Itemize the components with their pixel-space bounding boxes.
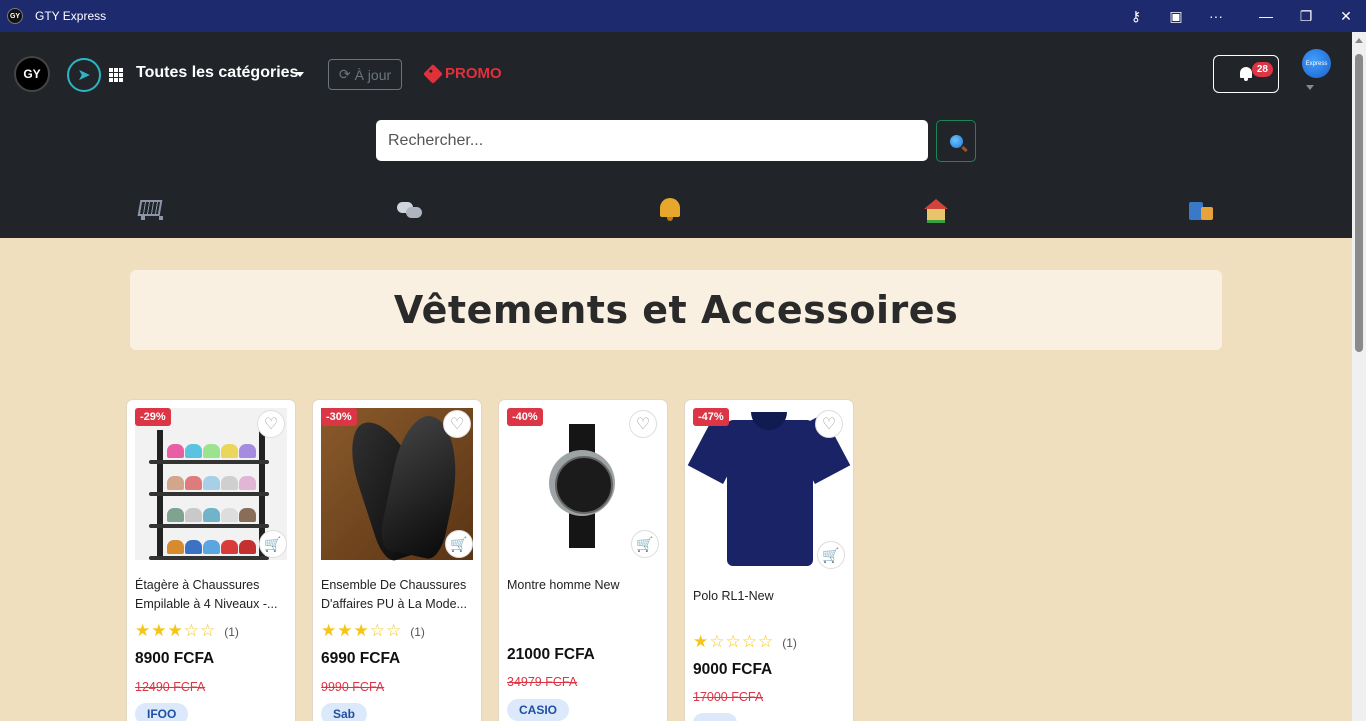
brand-badge[interactable] [693, 713, 737, 721]
product-name-text: Polo RL1-New [693, 589, 774, 603]
scrollbar-thumb[interactable] [1355, 54, 1363, 352]
add-to-cart-icon[interactable]: 🛒 [259, 530, 287, 558]
grid-icon[interactable] [109, 68, 123, 82]
search-icon [949, 134, 963, 148]
shopping-bags-icon[interactable] [1189, 198, 1215, 222]
product-name-text: Montre homme New [507, 578, 620, 592]
discount-badge: -40% [507, 408, 543, 426]
avatar[interactable]: Express [1302, 49, 1331, 78]
product-name[interactable]: Polo RL1-New [693, 587, 848, 606]
promo-label: PROMO [445, 65, 502, 82]
bell-icon[interactable] [658, 198, 684, 222]
star-rating: ★★★☆☆ (1) [135, 621, 239, 640]
star-rating: ★★★☆☆ (1) [321, 621, 425, 640]
product-name[interactable]: Montre homme New [507, 576, 662, 595]
avatar-chevron-down-icon[interactable] [1306, 85, 1314, 90]
product-card[interactable]: -29% ♡ 🛒 Étagère à Chaussures Empilable … [126, 399, 296, 721]
update-button-label: À jour [354, 66, 392, 83]
bell-icon [1239, 67, 1253, 81]
product-name[interactable]: Étagère à Chaussures Empilable à 4 Nivea… [135, 576, 290, 614]
discount-badge: -47% [693, 408, 729, 426]
brand-badge[interactable]: Sab [321, 703, 368, 721]
refresh-icon: ⟳ [338, 66, 351, 82]
update-button[interactable]: ⟳ À jour [328, 59, 402, 90]
heart-icon[interactable]: ♡ [443, 410, 471, 438]
heart-icon[interactable]: ♡ [629, 410, 657, 438]
express-runner-icon[interactable]: ➤ [67, 58, 101, 92]
add-to-cart-icon[interactable]: 🛒 [817, 541, 845, 569]
more-options-icon[interactable]: ··· [1196, 0, 1236, 32]
star-rating: ★☆☆☆☆ (1) [693, 632, 797, 651]
minimize-button[interactable]: — [1246, 0, 1286, 32]
product-price: 9000 FCFA [693, 661, 773, 678]
window-title: GTY Express [35, 9, 107, 23]
rating-count: (1) [782, 636, 797, 650]
key-icon[interactable]: ⚷ [1116, 0, 1156, 32]
tag-icon [423, 63, 443, 84]
chat-icon[interactable] [397, 198, 423, 222]
add-to-cart-icon[interactable]: 🛒 [445, 530, 473, 558]
cart-icon[interactable] [136, 198, 163, 222]
product-card[interactable]: -47% ♡ 🛒 Polo RL1-New ★☆☆☆☆ (1) 9000 FCFA… [684, 399, 854, 721]
vertical-scrollbar[interactable] [1352, 32, 1366, 721]
notification-count-badge: 28 [1251, 62, 1273, 77]
product-name-text: Ensemble De Chaussures D'affaires PU à L… [321, 578, 467, 611]
product-price: 6990 FCFA [321, 650, 401, 667]
heart-icon[interactable]: ♡ [815, 410, 843, 438]
categories-dropdown[interactable]: Toutes les catégories [136, 64, 298, 82]
gty-logo[interactable]: GY [14, 56, 50, 92]
notifications-button[interactable]: 28 [1213, 55, 1279, 93]
site-header: GY ➤ Toutes les catégories ⟳ À jour PROM… [0, 32, 1352, 238]
old-price: 34979 FCFA [507, 675, 578, 689]
logo-text: GY [23, 67, 41, 81]
app-icon: GY [7, 8, 23, 24]
rating-count: (1) [224, 625, 239, 639]
avatar-label: Express [1305, 60, 1328, 67]
discount-badge: -29% [135, 408, 171, 426]
scroll-up-arrow[interactable] [1355, 38, 1363, 43]
rating-count: (1) [410, 625, 425, 639]
search-button[interactable] [936, 120, 976, 162]
old-price: 17000 FCFA [693, 690, 764, 704]
brand-badge[interactable]: CASIO [507, 699, 570, 721]
cast-icon[interactable]: ▣ [1156, 0, 1196, 32]
product-card[interactable]: -40% ♡ 🛒 Montre homme New 21000 FCFA 349… [498, 399, 668, 721]
product-card[interactable]: -30% ♡ 🛒 Ensemble De Chaussures D'affair… [312, 399, 482, 721]
heart-icon[interactable]: ♡ [257, 410, 285, 438]
add-to-cart-icon[interactable]: 🛒 [631, 530, 659, 558]
window-titlebar: GY GTY Express ⚷ ▣ ··· — ❐ ✕ [0, 0, 1366, 32]
product-price: 8900 FCFA [135, 650, 215, 667]
promo-link[interactable]: PROMO [423, 63, 502, 84]
close-button[interactable]: ✕ [1326, 0, 1366, 32]
chevron-down-icon[interactable] [296, 72, 304, 77]
restore-button[interactable]: ❐ [1286, 0, 1326, 32]
product-name[interactable]: Ensemble De Chaussures D'affaires PU à L… [321, 576, 476, 614]
search-input[interactable] [376, 120, 928, 161]
brand-badge[interactable]: IFOO [135, 703, 189, 721]
section-title: Vêtements et Accessoires [393, 288, 959, 332]
discount-badge: -30% [321, 408, 357, 426]
house-icon[interactable] [923, 198, 949, 223]
old-price: 9990 FCFA [321, 680, 385, 694]
product-price: 21000 FCFA [507, 646, 595, 663]
old-price: 12490 FCFA [135, 680, 206, 694]
section-header: Vêtements et Accessoires [130, 270, 1222, 350]
product-name-text: Étagère à Chaussures Empilable à 4 Nivea… [135, 578, 278, 611]
